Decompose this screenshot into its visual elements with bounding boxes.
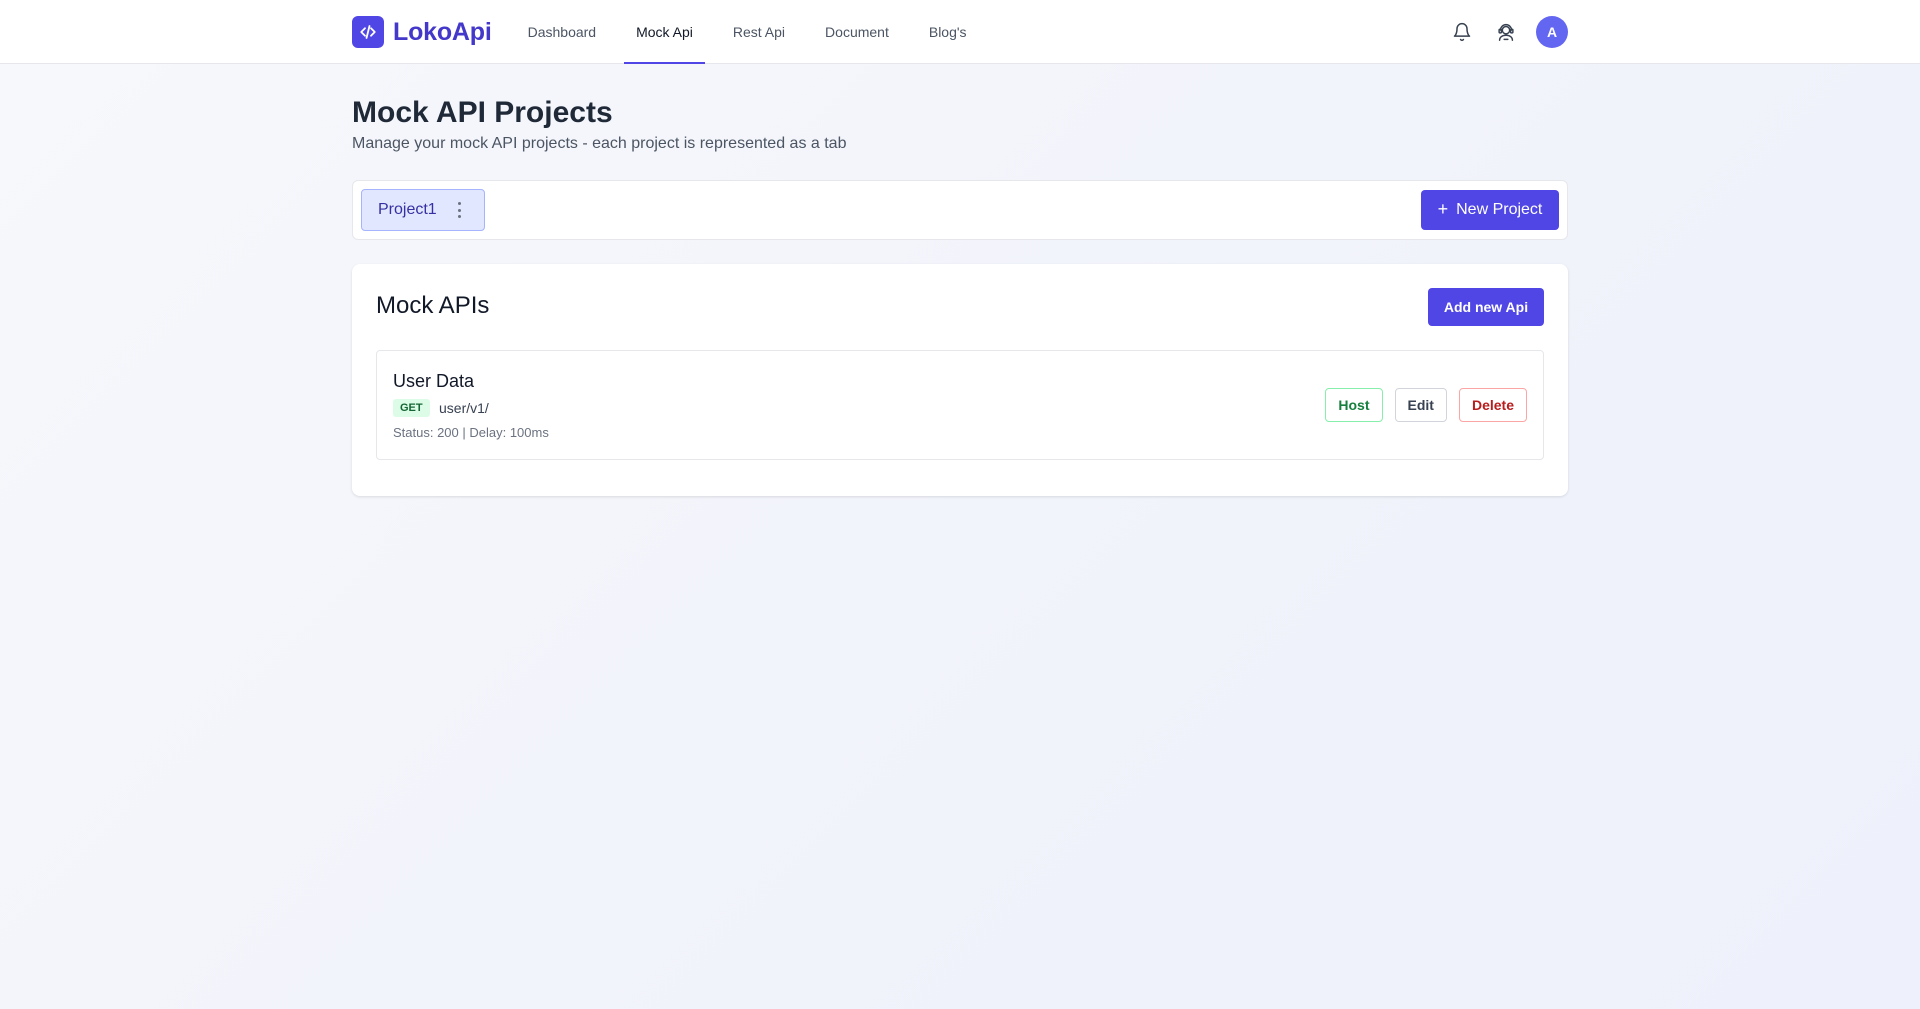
- new-project-button[interactable]: + New Project: [1421, 190, 1559, 230]
- page-subtitle: Manage your mock API projects - each pro…: [352, 135, 847, 152]
- more-vertical-icon[interactable]: [456, 202, 462, 218]
- api-status-delay: Status: 200 | Delay: 100ms: [393, 425, 549, 440]
- api-path: user/v1/: [439, 400, 489, 416]
- brand[interactable]: LokoApi: [352, 16, 492, 48]
- project-tab-label: Project1: [378, 201, 437, 218]
- mock-apis-title: Mock APIs: [376, 292, 490, 319]
- top-navbar: LokoApi Dashboard Mock Api Rest Api Docu…: [0, 0, 1920, 64]
- nav-item-dashboard[interactable]: Dashboard: [512, 0, 613, 64]
- bell-icon[interactable]: [1448, 18, 1476, 46]
- avatar[interactable]: A: [1536, 16, 1568, 48]
- list-item: User Data GET user/v1/ Status: 200 | Del…: [376, 350, 1544, 460]
- page-title: Mock API Projects: [352, 96, 613, 129]
- edit-button[interactable]: Edit: [1394, 388, 1447, 422]
- nav-item-rest-api[interactable]: Rest Api: [717, 0, 801, 64]
- nav-item-mock-api[interactable]: Mock Api: [620, 0, 709, 64]
- nav-right-actions: A: [1448, 16, 1568, 48]
- tab-project1[interactable]: Project1: [361, 189, 485, 231]
- nav-item-blogs[interactable]: Blog's: [913, 0, 983, 64]
- api-name: User Data: [393, 371, 475, 391]
- project-tabs-bar: Project1 + New Project: [352, 180, 1568, 240]
- support-agent-icon[interactable]: [1492, 18, 1520, 46]
- method-badge: GET: [393, 399, 430, 417]
- mock-apis-card: Mock APIs Add new Api User Data GET user…: [352, 264, 1568, 496]
- api-actions: Host Edit Delete: [1325, 388, 1527, 422]
- nav-item-document[interactable]: Document: [809, 0, 905, 64]
- brand-name: LokoApi: [393, 17, 492, 46]
- delete-button[interactable]: Delete: [1458, 388, 1527, 422]
- new-project-label: New Project: [1456, 201, 1543, 218]
- add-new-api-button[interactable]: Add new Api: [1428, 288, 1544, 326]
- plus-icon: +: [1437, 199, 1449, 219]
- code-icon: [352, 16, 384, 48]
- topbar-inner: LokoApi Dashboard Mock Api Rest Api Docu…: [352, 0, 1568, 64]
- main-nav: Dashboard Mock Api Rest Api Document Blo…: [512, 0, 991, 64]
- host-button[interactable]: Host: [1325, 388, 1383, 422]
